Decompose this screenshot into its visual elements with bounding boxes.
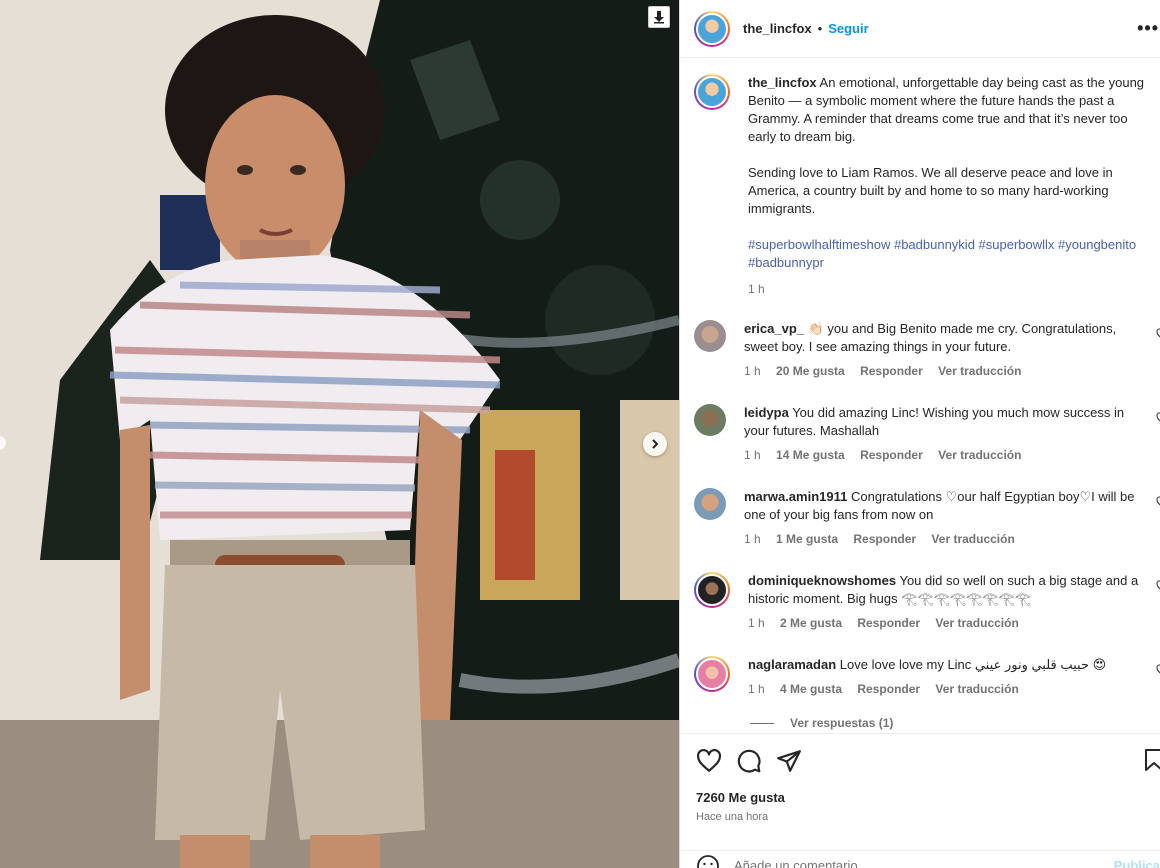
caption-avatar[interactable] xyxy=(694,74,730,110)
comment-likes[interactable]: 4 Me gusta xyxy=(780,682,842,696)
comment-item: naglaramadan Love love love my Linc حبيب… xyxy=(694,656,1160,698)
translate-button[interactable]: Ver traducción xyxy=(935,682,1018,696)
post-header: the_lincfox • Seguir ••• xyxy=(680,0,1160,58)
reply-button[interactable]: Responder xyxy=(860,448,923,462)
commenter-avatar[interactable] xyxy=(694,572,730,608)
translate-button[interactable]: Ver traducción xyxy=(935,616,1018,630)
comment-heart-icon[interactable] xyxy=(1156,328,1160,340)
more-options-button[interactable]: ••• xyxy=(1137,18,1159,39)
comment-heart-icon[interactable] xyxy=(1156,412,1160,424)
reply-button[interactable]: Responder xyxy=(860,364,923,378)
view-replies-label: Ver respuestas (1) xyxy=(790,716,894,730)
download-icon xyxy=(654,11,664,24)
comment-time: 1 h xyxy=(748,616,765,630)
comment-text: You did amazing Linc! Wishing you much m… xyxy=(744,405,1125,438)
comment-item: marwa.amin1911 Congratulations ♡our half… xyxy=(694,488,1160,548)
caption-username[interactable]: the_lincfox xyxy=(748,75,817,90)
commenter-avatar[interactable] xyxy=(694,488,726,520)
comment-heart-icon[interactable] xyxy=(1156,496,1160,508)
bookmark-icon[interactable] xyxy=(1143,748,1160,772)
reply-button[interactable]: Responder xyxy=(857,682,920,696)
caption-hashtags[interactable]: #superbowlhalftimeshow #badbunnykid #sup… xyxy=(748,236,1146,272)
publish-button[interactable]: Publicar xyxy=(1114,858,1160,868)
comment-item: leidypa You did amazing Linc! Wishing yo… xyxy=(694,404,1160,464)
comment-username[interactable]: erica_vp_ xyxy=(744,321,804,336)
commenter-avatar[interactable] xyxy=(694,656,730,692)
caption-text-2: Sending love to Liam Ramos. We all deser… xyxy=(748,165,1113,216)
view-replies-button[interactable]: Ver respuestas (1) xyxy=(750,716,893,730)
chevron-right-icon xyxy=(652,439,659,449)
reply-button[interactable]: Responder xyxy=(857,616,920,630)
comment-heart-icon[interactable] xyxy=(1156,664,1160,676)
heart-icon[interactable] xyxy=(696,748,722,774)
likes-count[interactable]: 7260 Me gusta xyxy=(696,790,785,805)
caption-time: 1 h xyxy=(748,282,765,296)
add-comment-bar: Añade un comentario... Publicar xyxy=(680,850,1160,868)
next-photo-button[interactable] xyxy=(643,432,667,456)
comment-likes[interactable]: 1 Me gusta xyxy=(776,532,838,546)
comment-time: 1 h xyxy=(744,532,761,546)
emoji-icon[interactable] xyxy=(696,854,720,868)
comment-heart-icon[interactable] xyxy=(1156,580,1160,592)
comment-username[interactable]: dominiqueknowshomes xyxy=(748,573,896,588)
post-caption: the_lincfox An emotional, unforgettable … xyxy=(694,74,1154,298)
comment-likes[interactable]: 14 Me gusta xyxy=(776,448,845,462)
comment-item: erica_vp_ 👏🏻 you and Big Benito made me … xyxy=(694,320,1160,380)
comment-text: Love love love my Linc حبيب قلبي ونور عي… xyxy=(839,657,1107,672)
share-icon[interactable] xyxy=(776,748,802,774)
photo-scene xyxy=(0,0,679,868)
post-photo[interactable] xyxy=(0,0,679,868)
download-button[interactable] xyxy=(648,6,670,28)
comment-icon[interactable] xyxy=(736,748,762,774)
follow-button[interactable]: Seguir xyxy=(828,21,868,36)
comment-username[interactable]: leidypa xyxy=(744,405,789,420)
commenter-avatar[interactable] xyxy=(694,404,726,436)
post-side-panel: the_lincfox • Seguir ••• the_lincfox An … xyxy=(679,0,1160,868)
comment-item: dominiqueknowshomes You did so well on s… xyxy=(694,572,1160,632)
author-avatar[interactable] xyxy=(694,10,730,47)
post-view: the_lincfox • Seguir ••• the_lincfox An … xyxy=(0,0,1160,868)
post-timestamp: Hace una hora xyxy=(696,811,769,823)
comment-time: 1 h xyxy=(744,448,761,462)
comment-time: 1 h xyxy=(748,682,765,696)
post-actions: 7260 Me gusta Hace una hora Añade un com… xyxy=(680,733,1160,868)
separator-dot: • xyxy=(817,21,823,36)
translate-button[interactable]: Ver traducción xyxy=(931,532,1014,546)
comment-time: 1 h xyxy=(744,364,761,378)
comments-scroll-area[interactable]: the_lincfox An emotional, unforgettable … xyxy=(680,58,1160,733)
author-username[interactable]: the_lincfox xyxy=(743,21,812,36)
replies-divider xyxy=(750,722,774,724)
comment-likes[interactable]: 20 Me gusta xyxy=(776,364,845,378)
comment-input[interactable]: Añade un comentario... xyxy=(734,858,868,868)
translate-button[interactable]: Ver traducción xyxy=(938,364,1021,378)
commenter-avatar[interactable] xyxy=(694,320,726,352)
comment-username[interactable]: naglaramadan xyxy=(748,657,836,672)
translate-button[interactable]: Ver traducción xyxy=(938,448,1021,462)
reply-button[interactable]: Responder xyxy=(853,532,916,546)
comment-username[interactable]: marwa.amin1911 xyxy=(744,489,847,504)
comment-likes[interactable]: 2 Me gusta xyxy=(780,616,842,630)
